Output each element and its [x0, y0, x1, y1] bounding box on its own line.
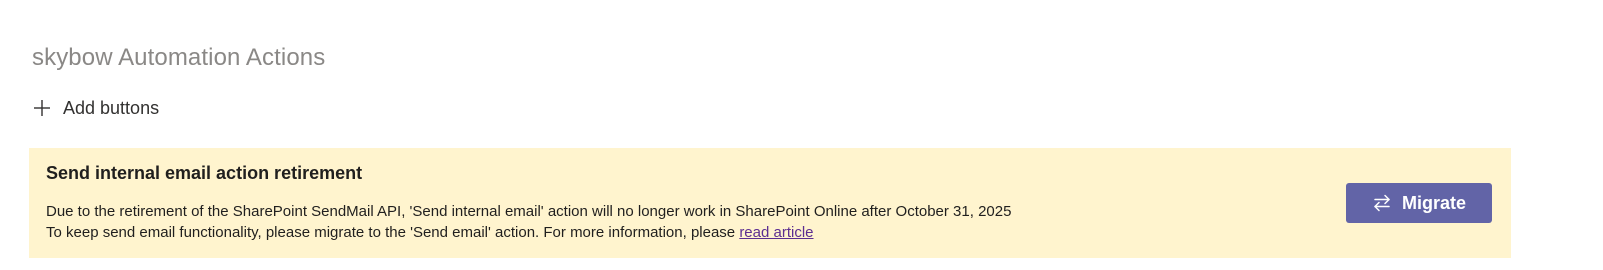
page: skybow Automation Actions Add buttons Se… — [0, 0, 1603, 270]
plus-icon — [32, 98, 52, 118]
page-title: skybow Automation Actions — [32, 44, 326, 71]
notice-heading: Send internal email action retirement — [46, 163, 363, 183]
notice-text-line-2-prefix: To keep send email functionality, please… — [46, 224, 740, 241]
migrate-button-label: Migrate — [1401, 192, 1466, 213]
add-buttons-label: Add buttons — [63, 97, 160, 118]
notice-text-line-2: To keep send email functionality, please… — [46, 224, 814, 241]
retirement-notice-banner: Send internal email action retirement Du… — [29, 148, 1511, 258]
add-buttons-button[interactable]: Add buttons — [32, 94, 159, 122]
swap-arrows-icon — [1372, 193, 1392, 213]
migrate-button[interactable]: Migrate — [1346, 183, 1492, 223]
read-article-link[interactable]: read article — [739, 224, 813, 241]
notice-text-line-1: Due to the retirement of the SharePoint … — [46, 203, 1012, 220]
